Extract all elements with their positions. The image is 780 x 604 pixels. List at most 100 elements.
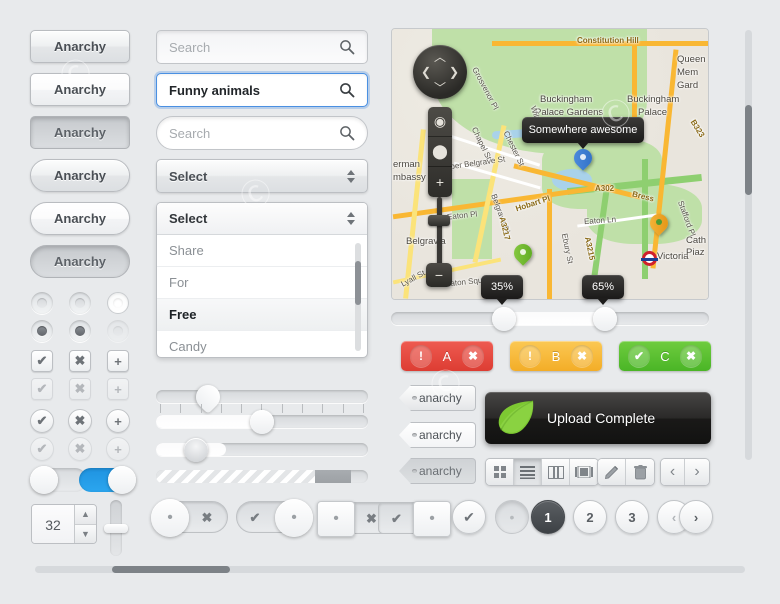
segment-knob[interactable]: •: [151, 499, 189, 537]
slider-round-knob[interactable]: [250, 410, 274, 434]
radio-off[interactable]: [31, 292, 53, 314]
view-mode-group[interactable]: [485, 458, 599, 486]
dropdown-scrollbar[interactable]: [355, 243, 361, 351]
vertical-scrollbar[interactable]: [745, 30, 752, 460]
dropdown-option[interactable]: Share: [157, 235, 367, 267]
radio-on[interactable]: [31, 320, 53, 342]
dropdown-option[interactable]: Candy: [157, 331, 367, 357]
search-icon[interactable]: [339, 125, 355, 141]
pagination-page-1[interactable]: 1: [531, 500, 565, 534]
segment-knob[interactable]: •: [275, 499, 313, 537]
tag-hover[interactable]: anarchy: [399, 422, 476, 448]
vertical-slider-knob[interactable]: [104, 524, 128, 533]
dropdown-scrollbar-thumb[interactable]: [355, 261, 361, 305]
radio-light[interactable]: [107, 292, 129, 314]
grid-view-icon[interactable]: [486, 459, 514, 485]
segmented-toggle-right[interactable]: ✔ •: [236, 499, 313, 537]
action-group[interactable]: [597, 458, 655, 486]
range-slider-track[interactable]: [391, 312, 709, 325]
search-input-normal[interactable]: Search: [156, 30, 368, 64]
pagination-page-2[interactable]: 2: [573, 500, 607, 534]
segmented-toggle-left[interactable]: ✖ •: [151, 499, 228, 537]
map-direction-pad[interactable]: ❮ ❯ ︿ ﹀: [413, 45, 467, 99]
horizontal-scrollbar[interactable]: [35, 566, 745, 573]
segmented-square-right[interactable]: ✔ •: [378, 501, 451, 537]
segment-knob[interactable]: •: [317, 501, 355, 537]
button-anarchy-pill-hover[interactable]: Anarchy: [30, 202, 130, 235]
chevron-down-icon[interactable]: ▼: [75, 524, 96, 543]
slider-pin-track[interactable]: [156, 390, 368, 403]
select-open-dropdown[interactable]: Select Share For Free Candy: [156, 202, 368, 358]
map-pin-green[interactable]: [510, 240, 536, 268]
minus-icon[interactable]: −: [426, 263, 452, 287]
radio-on-hover[interactable]: [69, 320, 91, 342]
vertical-scrollbar-thumb[interactable]: [745, 105, 752, 195]
checkbox-plus-square[interactable]: +: [107, 350, 129, 372]
toggle-switch-on[interactable]: [79, 466, 136, 494]
filmstrip-view-icon[interactable]: [570, 459, 598, 485]
map-panel[interactable]: Constitution Hill Queen Mem Gard Bucking…: [391, 28, 709, 300]
slider-textured-knob[interactable]: [184, 438, 208, 462]
horizontal-scrollbar-thumb[interactable]: [112, 566, 230, 573]
segment-knob[interactable]: •: [413, 501, 451, 537]
cross-icon[interactable]: ✖: [189, 502, 225, 534]
search-icon[interactable]: [339, 39, 355, 55]
trash-delete-icon[interactable]: [626, 459, 654, 485]
stepper-value[interactable]: 32: [32, 505, 74, 543]
pagination-next[interactable]: ›: [679, 500, 713, 534]
map-zoom-controls[interactable]: ◉ ⬤ +: [428, 107, 452, 197]
check-icon[interactable]: ✔: [379, 503, 414, 535]
alert-error[interactable]: ! A ✖: [401, 341, 493, 371]
check-icon[interactable]: ✔: [237, 502, 273, 534]
pin-icon[interactable]: ⬤: [428, 137, 452, 167]
search-value[interactable]: Funny animals: [169, 83, 339, 98]
toggle-knob[interactable]: [30, 466, 58, 494]
checkbox-cross-round[interactable]: ✖: [68, 409, 92, 433]
prev-arrow-icon[interactable]: ‹: [661, 459, 685, 485]
alert-warning[interactable]: ! B ✖: [510, 341, 602, 371]
dropdown-option-selected[interactable]: Free: [157, 299, 367, 331]
search-input-pill[interactable]: Search: [156, 116, 368, 150]
map-pin-blue[interactable]: [570, 145, 596, 173]
close-icon[interactable]: ✖: [571, 345, 593, 367]
arrow-left-icon[interactable]: ❮: [421, 65, 431, 79]
close-icon[interactable]: ✖: [462, 345, 484, 367]
locate-icon[interactable]: ◉: [428, 107, 452, 137]
search-input-focused[interactable]: Funny animals: [156, 73, 368, 107]
toggle-knob[interactable]: [108, 466, 136, 494]
search-icon[interactable]: [339, 82, 355, 98]
button-anarchy-pill-pressed[interactable]: Anarchy: [30, 245, 130, 278]
checkbox-check-square[interactable]: ✔: [31, 350, 53, 372]
arrow-up-icon[interactable]: ︿: [434, 48, 446, 65]
round-blank-button[interactable]: •: [495, 500, 529, 534]
checkbox-plus-round[interactable]: +: [106, 409, 130, 433]
map-pin-orange[interactable]: [646, 210, 672, 238]
list-view-icon[interactable]: [514, 459, 542, 485]
next-arrow-icon[interactable]: ›: [685, 459, 709, 485]
tag-normal[interactable]: anarchy: [399, 385, 476, 411]
select-closed[interactable]: Select: [156, 159, 368, 193]
alert-success[interactable]: ✔ C ✖: [619, 341, 711, 371]
vertical-mini-slider[interactable]: [104, 500, 128, 556]
checkbox-cross-square[interactable]: ✖: [69, 350, 91, 372]
range-slider-knob-low[interactable]: [492, 307, 516, 331]
chevron-up-icon[interactable]: ▲: [75, 505, 96, 525]
round-check-button[interactable]: ✔: [452, 500, 486, 534]
dropdown-option[interactable]: For: [157, 267, 367, 299]
arrow-down-icon[interactable]: ﹀: [434, 79, 446, 96]
plus-icon[interactable]: +: [428, 167, 452, 197]
column-view-icon[interactable]: [542, 459, 570, 485]
number-stepper[interactable]: 32 ▲ ▼: [31, 504, 97, 544]
map-zoom-handle[interactable]: [428, 215, 450, 226]
close-icon[interactable]: ✖: [680, 345, 702, 367]
radio-off-hover[interactable]: [69, 292, 91, 314]
checkbox-check-round[interactable]: ✔: [30, 409, 54, 433]
upload-notification[interactable]: Upload Complete: [485, 392, 711, 444]
tag-pressed[interactable]: anarchy: [399, 458, 476, 484]
button-anarchy-pill-normal[interactable]: Anarchy: [30, 159, 130, 192]
arrow-right-icon[interactable]: ❯: [449, 65, 459, 79]
nav-arrow-group[interactable]: ‹ ›: [660, 458, 710, 486]
button-anarchy-rect-hover[interactable]: Anarchy: [30, 73, 130, 106]
button-anarchy-rect-normal[interactable]: Anarchy: [30, 30, 130, 63]
button-anarchy-rect-pressed[interactable]: Anarchy: [30, 116, 130, 149]
